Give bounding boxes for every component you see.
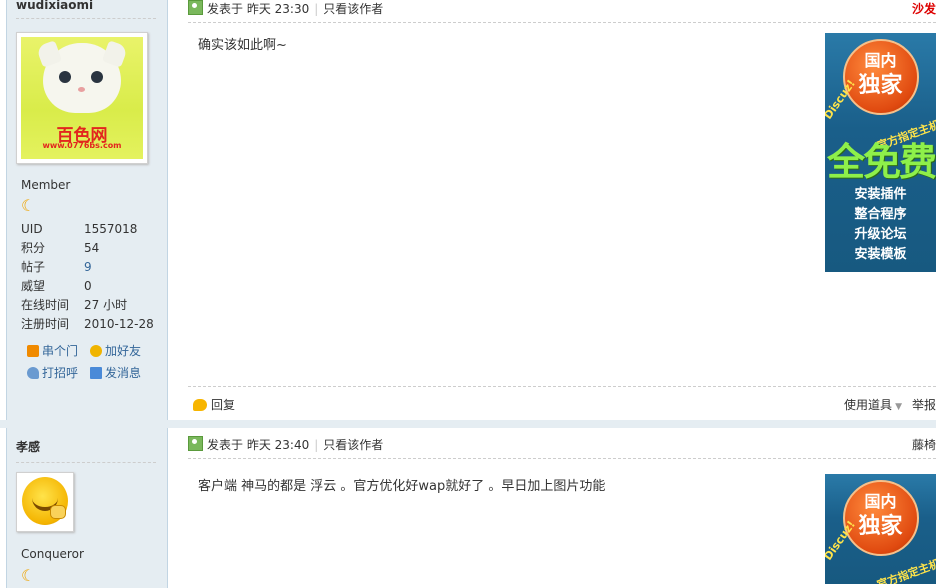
only-author-link[interactable]: 只看该作者 bbox=[323, 438, 383, 452]
stat-register-date: 注册时间 2010-12-28 bbox=[21, 317, 154, 331]
greet-link[interactable]: 打招呼 bbox=[27, 364, 78, 381]
floor-label[interactable]: 沙发 bbox=[912, 0, 936, 20]
user-group[interactable]: Conqueror bbox=[21, 547, 84, 561]
handshake-icon bbox=[90, 345, 102, 357]
stat-online-time: 在线时间 27 小时 bbox=[21, 298, 128, 312]
post-1: wudixiaomi 百色网 www.0776bs.com Member ☾ U… bbox=[0, 0, 936, 420]
post-footer: 回复 使用道具 ▼ 举报 bbox=[188, 394, 936, 416]
chevron-down-icon: ▼ bbox=[895, 402, 902, 412]
moon-icon: ☾ bbox=[21, 196, 36, 215]
home-icon bbox=[27, 345, 39, 357]
only-author-link[interactable]: 只看该作者 bbox=[323, 2, 383, 16]
post-2: 孝感 Conqueror ☾ 发表于 昨天 23:40 | 只看该作者 藤椅 客户端… bbox=[0, 428, 936, 588]
avatar-image: 百色网 www.0776bs.com bbox=[21, 37, 143, 159]
stat-credits: 积分 54 bbox=[21, 241, 100, 255]
use-tools-menu[interactable]: 使用道具 bbox=[844, 398, 892, 412]
divider bbox=[188, 22, 936, 23]
post-time: 发表于 昨天 23:30 bbox=[207, 2, 310, 16]
divider bbox=[16, 18, 156, 19]
post-time: 发表于 昨天 23:40 bbox=[207, 438, 310, 452]
post-message: 确实该如此啊~ bbox=[198, 38, 287, 53]
poke-icon bbox=[27, 367, 39, 379]
divider bbox=[188, 458, 936, 459]
post-message: 客户端 神马的都是 浮云 。官方优化好wap就好了 。早日加上图片功能 bbox=[198, 479, 606, 494]
moon-icon: ☾ bbox=[21, 566, 36, 585]
ad-banner[interactable]: 国内 独家 Discuz! 官方指定主机商 全免费 安装插件 整合程序 升级论坛… bbox=[825, 33, 936, 272]
send-message-link[interactable]: 发消息 bbox=[90, 364, 141, 381]
post-header: 发表于 昨天 23:30 | 只看该作者 沙发 bbox=[188, 0, 936, 20]
stat-uid: UID 1557018 bbox=[21, 222, 138, 236]
author-name[interactable]: 孝感 bbox=[16, 438, 40, 455]
avatar-url: www.0776bs.com bbox=[42, 141, 122, 150]
avatar[interactable] bbox=[16, 472, 74, 532]
stat-posts: 帖子 9 bbox=[21, 260, 92, 274]
avatar[interactable]: 百色网 www.0776bs.com bbox=[16, 32, 148, 164]
reply-icon bbox=[193, 399, 207, 411]
post-separator bbox=[0, 420, 936, 428]
envelope-icon bbox=[90, 367, 102, 379]
floor-label[interactable]: 藤椅 bbox=[912, 434, 936, 456]
report-link[interactable]: 举报 bbox=[912, 398, 936, 412]
visit-link[interactable]: 串个门 bbox=[27, 342, 78, 359]
ad-headline: 全免费 bbox=[827, 140, 936, 184]
divider bbox=[16, 462, 156, 463]
divider bbox=[188, 386, 936, 387]
user-group[interactable]: Member bbox=[21, 178, 70, 192]
avatar-image bbox=[22, 477, 68, 525]
ad-banner[interactable]: 国内 独家 Discuz! 官方指定主机商 bbox=[825, 474, 936, 584]
post-header: 发表于 昨天 23:40 | 只看该作者 藤椅 bbox=[188, 434, 936, 456]
author-online-icon bbox=[188, 0, 203, 15]
reply-button[interactable]: 回复 bbox=[188, 398, 235, 412]
ad-features: 安装插件 整合程序 升级论坛 安装模板 bbox=[854, 187, 907, 262]
add-friend-link[interactable]: 加好友 bbox=[90, 342, 141, 359]
stat-prestige: 威望 0 bbox=[21, 279, 92, 293]
author-name[interactable]: wudixiaomi bbox=[16, 0, 93, 12]
ad-curve-right: 官方指定主机商 bbox=[875, 553, 936, 584]
author-online-icon bbox=[188, 436, 203, 451]
